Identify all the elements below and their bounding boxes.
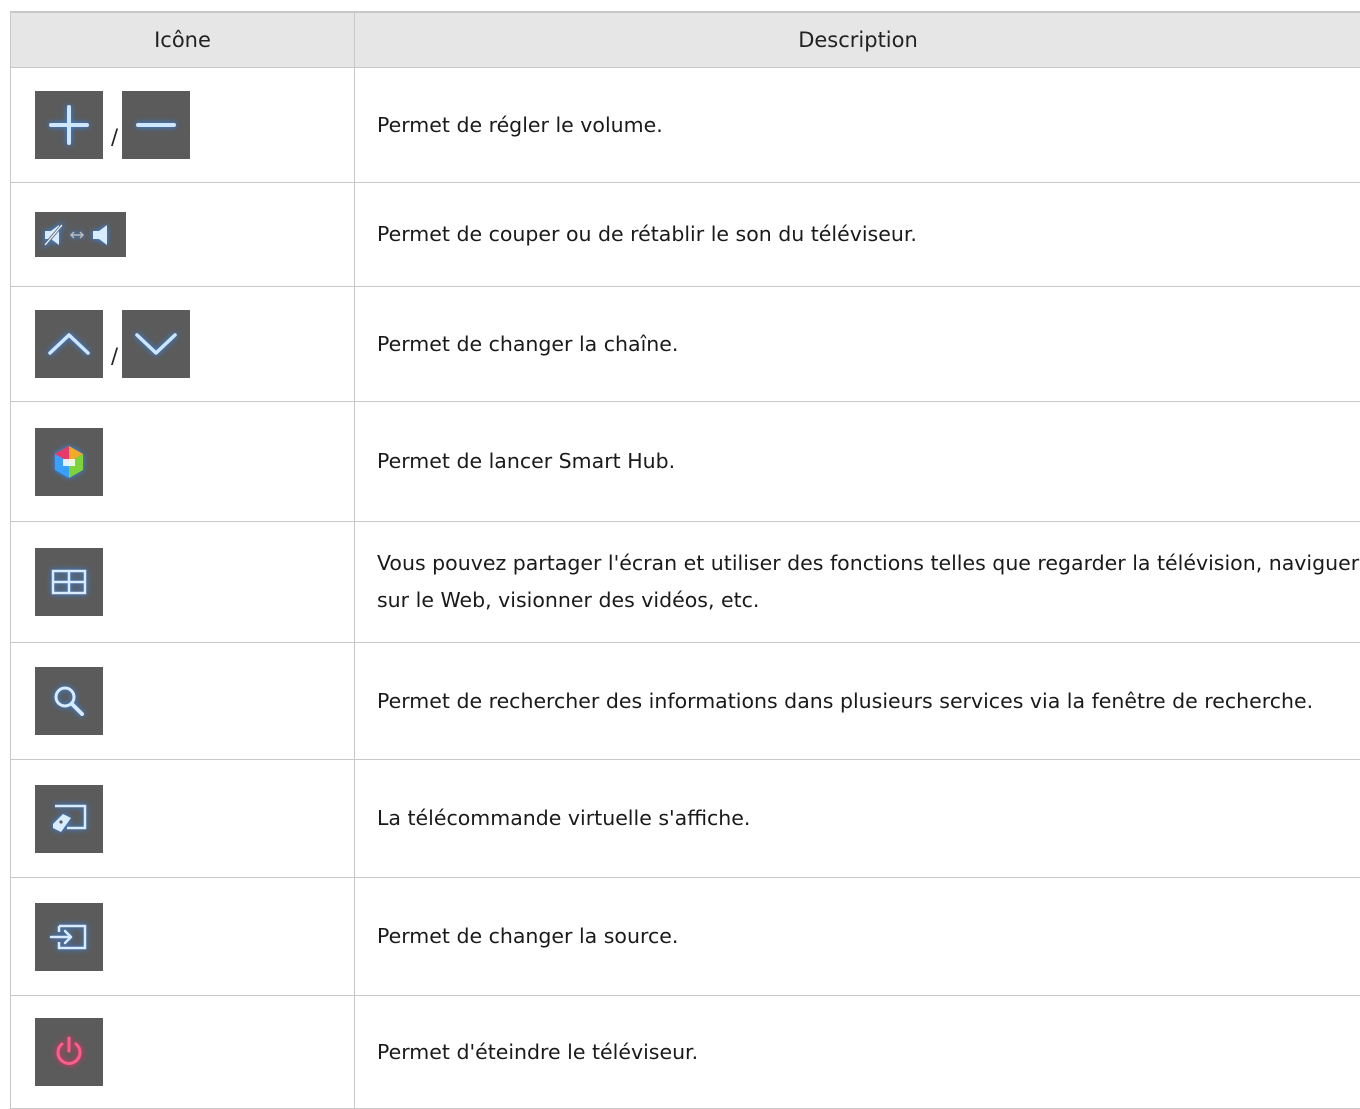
table-row: Permet de changer la source. xyxy=(11,878,1360,996)
source-button[interactable] xyxy=(35,902,103,971)
row-description: Permet de lancer Smart Hub. xyxy=(377,449,676,473)
table-row: / Permet de régler le volume. xyxy=(11,68,1360,183)
search-icon xyxy=(54,686,84,716)
header-icon: Icône xyxy=(11,13,355,67)
virtual-remote-button[interactable] xyxy=(35,784,103,853)
table-header: Icône Description xyxy=(11,13,1360,68)
channel-down-button[interactable] xyxy=(122,310,191,378)
row-description: Permet d'éteindre le téléviseur. xyxy=(377,1039,699,1064)
channel-up-button[interactable] xyxy=(35,310,103,378)
multi-screen-icon xyxy=(51,569,87,595)
table-row: Permet de rechercher des informations da… xyxy=(11,643,1360,760)
power-icon xyxy=(56,1036,82,1065)
chevron-up-icon xyxy=(48,333,90,355)
source-icon xyxy=(49,924,87,949)
multi-screen-button[interactable] xyxy=(35,548,103,616)
smart-hub-button[interactable] xyxy=(35,427,103,496)
volume-down-button[interactable] xyxy=(122,91,191,159)
row-description: Permet de changer la source. xyxy=(377,924,679,948)
icon-description-table: Icône Description / Permet de régler le … xyxy=(10,11,1360,1109)
power-button[interactable] xyxy=(35,1018,103,1086)
search-button[interactable] xyxy=(35,667,103,735)
volume-up-button[interactable] xyxy=(35,91,103,159)
mute-button[interactable] xyxy=(35,212,126,257)
row-description: Vous pouvez partager l'écran et utiliser… xyxy=(377,551,1360,612)
row-description: Permet de changer la chaîne. xyxy=(377,331,679,356)
table-row: Vous pouvez partager l'écran et utiliser… xyxy=(11,522,1360,643)
row-description: La télécommande virtuelle s'affiche. xyxy=(377,806,751,830)
smart-hub-icon xyxy=(55,445,83,478)
header-description: Description xyxy=(798,27,918,52)
separator: / xyxy=(111,344,119,368)
table-row: La télécommande virtuelle s'affiche. xyxy=(11,760,1360,878)
virtual-remote-icon xyxy=(53,804,87,832)
chevron-down-icon xyxy=(135,333,177,355)
row-description: Permet de régler le volume. xyxy=(377,112,663,137)
separator: / xyxy=(111,125,119,149)
plus-icon xyxy=(49,105,89,145)
row-description: Permet de rechercher des informations da… xyxy=(377,688,1314,713)
minus-icon xyxy=(136,123,177,127)
row-description: Permet de couper ou de rétablir le son d… xyxy=(377,222,917,246)
table-row: Permet de lancer Smart Hub. xyxy=(11,402,1360,522)
mute-toggle-icon xyxy=(42,222,107,247)
table-row: / Permet de changer la chaîne. xyxy=(11,287,1360,402)
table-row: Permet d'éteindre le téléviseur. xyxy=(11,996,1360,1109)
table-row: Permet de couper ou de rétablir le son d… xyxy=(11,183,1360,287)
